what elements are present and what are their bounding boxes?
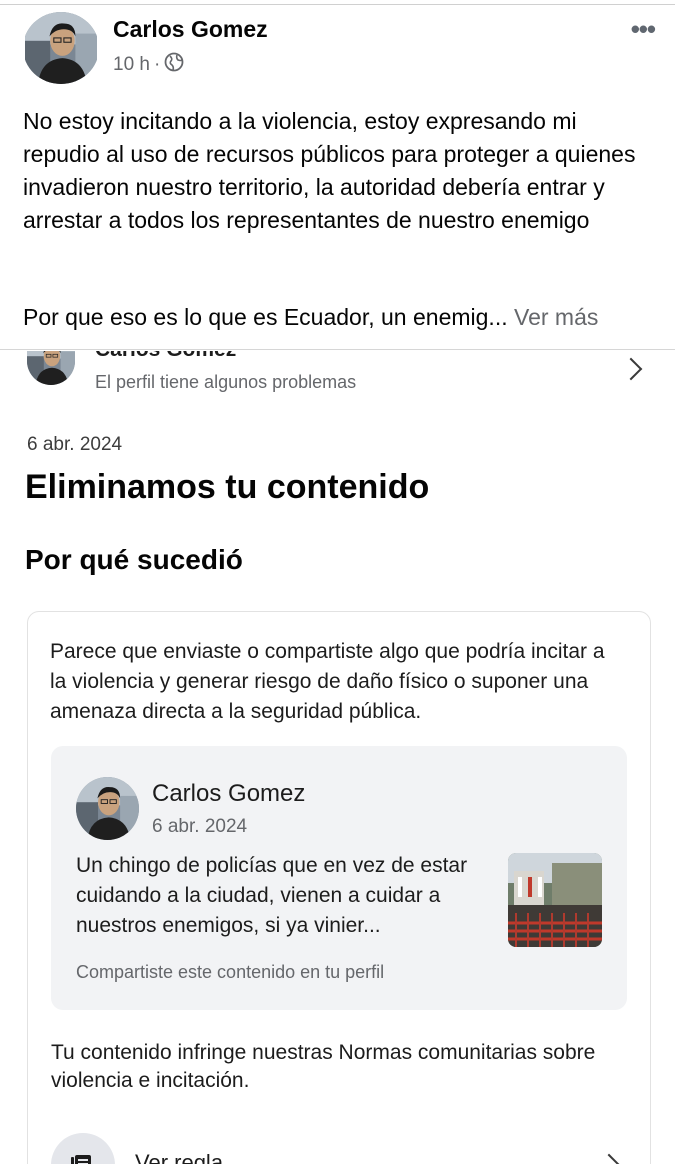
post-text-continued: Por que eso es lo que es Ecuador, un ene… [23, 301, 663, 334]
page-title: Eliminamos tu contenido [25, 468, 430, 506]
post-author-name[interactable]: Carlos Gomez [113, 16, 268, 43]
divider [0, 4, 675, 5]
shared-post-thumbnail [508, 853, 602, 947]
rules-document-icon [51, 1133, 115, 1164]
see-more-link[interactable]: Ver más [514, 304, 598, 330]
post-text: No estoy incitando a la violencia, estoy… [23, 108, 636, 233]
view-rule-label: Ver regla [135, 1150, 224, 1164]
violation-text: Tu contenido infringe nuestras Normas co… [51, 1041, 596, 1092]
profile-name: Carlos Gomez [95, 351, 236, 362]
avatar [27, 351, 75, 385]
post-time[interactable]: 10 h [113, 54, 150, 76]
shared-post-date: 6 abr. 2024 [152, 816, 248, 837]
facebook-post: Carlos Gomez 10 h · ••• No estoy incitan… [0, 0, 675, 350]
chevron-right-icon [619, 357, 643, 381]
more-options-icon[interactable]: ••• [631, 14, 656, 45]
post-text-truncated: Por que eso es lo que es Ecuador, un ene… [23, 304, 508, 330]
reason-description: Parece que enviaste o compartiste algo q… [50, 640, 605, 723]
meta-separator: · [153, 54, 161, 75]
notice-date: 6 abr. 2024 [27, 434, 123, 455]
shared-post-author: Carlos Gomez [152, 780, 306, 807]
globe-icon [164, 52, 184, 78]
chevron-right-icon [597, 1153, 621, 1164]
profile-status: El perfil tiene algunos problemas [95, 372, 357, 392]
reason-card: Parece que enviaste o compartiste algo q… [27, 611, 651, 1164]
post-meta: 10 h · [113, 52, 184, 78]
section-title: Por qué sucedió [25, 544, 243, 575]
avatar[interactable] [23, 12, 99, 84]
shared-post-preview[interactable]: Carlos Gomez 6 abr. 2024 Un chingo de po… [51, 746, 627, 1010]
shared-post-footer: Compartiste este contenido en tu perfil [76, 962, 385, 982]
shared-post-text: Un chingo de policías que en vez de esta… [76, 854, 468, 937]
view-rule-button[interactable]: Ver regla [51, 1133, 631, 1164]
avatar [76, 777, 139, 840]
profile-status-row[interactable]: Carlos Gomez El perfil tiene algunos pro… [0, 351, 675, 399]
